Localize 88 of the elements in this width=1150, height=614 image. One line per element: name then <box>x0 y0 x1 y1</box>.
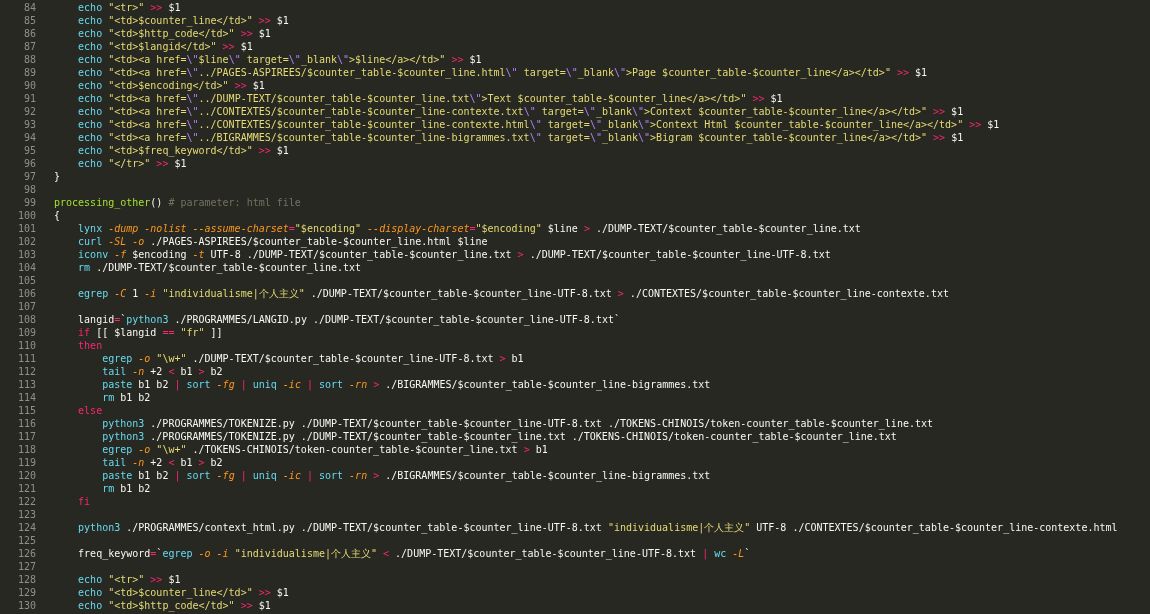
code-line: echo "<td>$http_code</td>" >> $1 <box>77 599 271 612</box>
line-number: 98 <box>22 183 36 196</box>
line-number: 85 <box>22 14 36 27</box>
code-line: iconv -f $encoding -t UTF-8 ./DUMP-TEXT/$counter_table-$counter_line.txt > ./DUMP-TEXT/$counter_table-$counter_line-UTF-8.txt <box>77 248 831 261</box>
code-line: tail -n +2 < b1 > b2 <box>101 456 223 469</box>
code-line: { <box>54 209 61 222</box>
line-number: 130 <box>16 599 36 612</box>
code-line: rm b1 b2 <box>101 482 151 495</box>
line-number: 107 <box>16 300 36 313</box>
line-number: 96 <box>22 157 36 170</box>
code-line: egrep -o "\w+" ./DUMP-TEXT/$counter_table-$counter_line-UTF-8.txt > b1 <box>101 352 524 365</box>
line-number: 87 <box>22 40 36 53</box>
line-number: 123 <box>16 508 36 521</box>
line-number: 105 <box>16 274 36 287</box>
line-number: 126 <box>16 547 36 560</box>
line-number: 121 <box>16 482 36 495</box>
line-number: 104 <box>16 261 36 274</box>
code-line: paste b1 b2 | sort -fg | uniq -ic | sort -rn > ./BIGRAMMES/$counter_table-$counter_line-bigrammes.txt <box>101 469 711 482</box>
code-line: echo "<td><a href=\"../CONTEXTES/$counter_table-$counter_line-contexte.html\" target=\"_blank\">Context Html $counter_table-$counter_line</a></td>" >> $1 <box>77 118 1000 131</box>
line-number: 86 <box>22 27 36 40</box>
code-line: egrep -o "\w+" ./TOKENS-CHINOIS/token-counter_table-$counter_line.txt > b1 <box>101 443 548 456</box>
line-number: 110 <box>16 339 36 352</box>
line-number: 101 <box>16 222 36 235</box>
line-number: 97 <box>22 170 36 183</box>
code-line: if [[ $langid == "fr" ]] <box>77 326 223 339</box>
line-number: 117 <box>16 430 36 443</box>
line-number: 93 <box>22 118 36 131</box>
line-number: 90 <box>22 79 36 92</box>
line-number: 129 <box>16 586 36 599</box>
line-number: 119 <box>16 456 36 469</box>
line-number: 106 <box>16 287 36 300</box>
line-number: 89 <box>22 66 36 79</box>
line-number: 108 <box>16 313 36 326</box>
line-number: 122 <box>16 495 36 508</box>
code-line: echo "<td>$encoding</td>" >> $1 <box>77 79 265 92</box>
code-line: egrep -C 1 -i "individualisme|个人主义" ./DUMP-TEXT/$counter_table-$counter_line-UTF-8.txt > ./CONTEXTES/$counter_table-$counter_line-contexte.txt <box>77 287 949 300</box>
line-number: 95 <box>22 144 36 157</box>
line-number: 112 <box>16 365 36 378</box>
line-number: 109 <box>16 326 36 339</box>
line-number: 113 <box>16 378 36 391</box>
code-line: echo "<td>$langid</td>" >> $1 <box>77 40 253 53</box>
line-number: 128 <box>16 573 36 586</box>
line-number: 92 <box>22 105 36 118</box>
line-number: 99 <box>22 196 36 209</box>
code-line: curl -SL -o ./PAGES-ASPIREES/$counter_table-$counter_line.html $line <box>77 235 488 248</box>
line-number: 120 <box>16 469 36 482</box>
code-line: echo "<td><a href=\"../DUMP-TEXT/$counter_table-$counter_line.txt\">Text $counter_table-$counter_line</a></td>" >> $1 <box>77 92 783 105</box>
code-line: echo "<td><a href=\"../CONTEXTES/$counter_table-$counter_line-contexte.txt\" target=\"_blank\">Context $counter_table-$counter_line</a></td>" >> $1 <box>77 105 964 118</box>
line-number: 91 <box>22 92 36 105</box>
line-number: 124 <box>16 521 36 534</box>
line-number: 94 <box>22 131 36 144</box>
code-line: rm b1 b2 <box>101 391 151 404</box>
code-line: processing_other() # parameter: html file <box>54 196 301 209</box>
code-line: paste b1 b2 | sort -fg | uniq -ic | sort -rn > ./BIGRAMMES/$counter_table-$counter_line-bigrammes.txt <box>101 378 711 391</box>
code-line: echo "<td><a href=\"$line\" target=\"_blank\">$line</a></td>" >> $1 <box>77 53 482 66</box>
code-line: else <box>77 404 103 417</box>
code-line: langid=`python3 ./PROGRAMMES/LANGID.py ./DUMP-TEXT/$counter_table-$counter_line-UTF-8.txt` <box>77 313 620 326</box>
line-number: 84 <box>22 1 36 14</box>
line-number: 115 <box>16 404 36 417</box>
code-line: echo "<td>$counter_line</td>" >> $1 <box>77 586 289 599</box>
code-line: python3 ./PROGRAMMES/TOKENIZE.py ./DUMP-TEXT/$counter_table-$counter_line-UTF-8.txt ./TOKENS-CHINOIS/token-counter_table-$counter_line.txt <box>101 417 933 430</box>
line-number: 102 <box>16 235 36 248</box>
line-number: 118 <box>16 443 36 456</box>
code-line: echo "<td><a href=\"../BIGRAMMES/$counter_table-$counter_line-bigrammes.txt\" target=\"_blank\">Bigram $counter_table-$counter_line</a></td>" >> $1 <box>77 131 964 144</box>
code-line: } <box>54 170 61 183</box>
line-number: 116 <box>16 417 36 430</box>
code-line: echo "<tr>" >> $1 <box>77 573 181 586</box>
code-line: echo "<td>$freq_keyword</td>" >> $1 <box>77 144 289 157</box>
code-line: python3 ./PROGRAMMES/context_html.py ./DUMP-TEXT/$counter_table-$counter_line-UTF-8.txt "individualisme|个人主义" UTF-8 ./CONTEXTES/$counter_table-$counter_line-contexte.html <box>77 521 1118 534</box>
code-line: tail -n +2 < b1 > b2 <box>101 365 223 378</box>
line-number: 88 <box>22 53 36 66</box>
line-number: 111 <box>16 352 36 365</box>
code-line: lynx -dump -nolist --assume-charset="$encoding" --display-charset="$encoding" $line > ./DUMP-TEXT/$counter_table-$counter_line.txt <box>77 222 861 235</box>
line-number: 103 <box>16 248 36 261</box>
code-line: echo "<td>$http_code</td>" >> $1 <box>77 27 271 40</box>
line-number: 125 <box>16 534 36 547</box>
code-line: echo "<td><a href=\"../PAGES-ASPIREES/$counter_table-$counter_line.html\" target=\"_blank\">Page $counter_table-$counter_line</a></td>" >> $1 <box>77 66 928 79</box>
code-line: echo "<tr>" >> $1 <box>77 1 181 14</box>
code-line: fi <box>77 495 91 508</box>
code-line: freq_keyword=`egrep -o -i "individualisme|个人主义" < ./DUMP-TEXT/$counter_table-$counter_line-UTF-8.txt | wc -L` <box>77 547 751 560</box>
code-line: then <box>77 339 103 352</box>
line-number: 127 <box>16 560 36 573</box>
code-line: echo "</tr>" >> $1 <box>77 157 187 170</box>
code-line: rm ./DUMP-TEXT/$counter_table-$counter_line.txt <box>77 261 362 274</box>
code-line: python3 ./PROGRAMMES/TOKENIZE.py ./DUMP-TEXT/$counter_table-$counter_line.txt ./TOKENS-CHINOIS/token-counter_table-$counter_line.txt <box>101 430 897 443</box>
code-line: echo "<td>$counter_line</td>" >> $1 <box>77 14 289 27</box>
line-number: 100 <box>16 209 36 222</box>
line-number: 114 <box>16 391 36 404</box>
